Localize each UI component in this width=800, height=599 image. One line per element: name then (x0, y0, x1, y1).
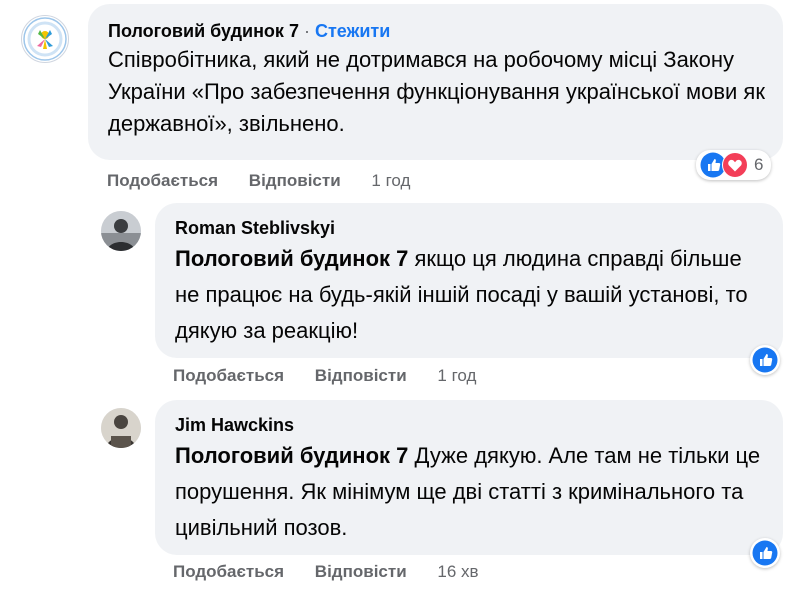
mention-link[interactable]: Пологовий будинок 7 (175, 246, 408, 271)
reply-button[interactable]: Відповісти (249, 171, 341, 190)
comment-header: Пологовий будинок 7 · Стежити (108, 18, 763, 44)
author-name[interactable]: Roman Steblivskyi (175, 215, 763, 241)
timestamp[interactable]: 1 год (437, 366, 476, 385)
mention-link[interactable]: Пологовий будинок 7 (175, 443, 408, 468)
follow-link[interactable]: Стежити (315, 21, 390, 41)
reactions-badge[interactable] (750, 345, 780, 375)
like-icon (752, 540, 778, 566)
timestamp[interactable]: 16 хв (437, 562, 478, 581)
love-icon (722, 152, 748, 178)
comment-text: Співробітника, який не дотримався на роб… (108, 47, 765, 136)
comment-bubble: Jim Hawckins Пологовий будинок 7 Дуже дя… (155, 400, 783, 555)
like-icon (752, 347, 778, 373)
comment-bubble: Пологовий будинок 7 · Стежити Співробітн… (88, 4, 783, 160)
maternity-hospital-logo-icon (23, 17, 67, 61)
comment-actions: Подобається Відповісти 1 год (173, 366, 476, 386)
reaction-count: 6 (754, 155, 764, 174)
like-button[interactable]: Подобається (173, 366, 284, 385)
like-button[interactable]: Подобається (107, 171, 218, 190)
comment-text: Пологовий будинок 7 якщо ця людина справ… (175, 241, 770, 349)
reply-button[interactable]: Відповісти (315, 562, 407, 581)
author-name[interactable]: Jim Hawckins (175, 412, 763, 438)
reply-button[interactable]: Відповісти (315, 366, 407, 385)
author-name[interactable]: Пологовий будинок 7 (108, 21, 299, 41)
comment-1: Пологовий будинок 7 · Стежити Співробітн… (0, 0, 800, 200)
user-photo-icon (101, 408, 141, 448)
comment-text: Пологовий будинок 7 Дуже дякую. Але там … (175, 438, 770, 546)
comment-actions: Подобається Відповісти 16 хв (173, 562, 479, 582)
like-button[interactable]: Подобається (173, 562, 284, 581)
avatar[interactable] (21, 15, 69, 63)
separator-dot: · (303, 21, 310, 41)
reactions-badge[interactable] (750, 538, 780, 568)
comment-2: Roman Steblivskyi Пологовий будинок 7 як… (0, 200, 800, 400)
avatar[interactable] (101, 211, 141, 251)
timestamp[interactable]: 1 год (371, 171, 410, 190)
user-photo-icon (101, 211, 141, 251)
comment-actions: Подобається Відповісти 1 год (107, 171, 410, 191)
comment-3: Jim Hawckins Пологовий будинок 7 Дуже дя… (0, 397, 800, 599)
avatar[interactable] (101, 408, 141, 448)
comment-bubble: Roman Steblivskyi Пологовий будинок 7 як… (155, 203, 783, 358)
reactions-badge[interactable]: 6 (696, 150, 772, 180)
